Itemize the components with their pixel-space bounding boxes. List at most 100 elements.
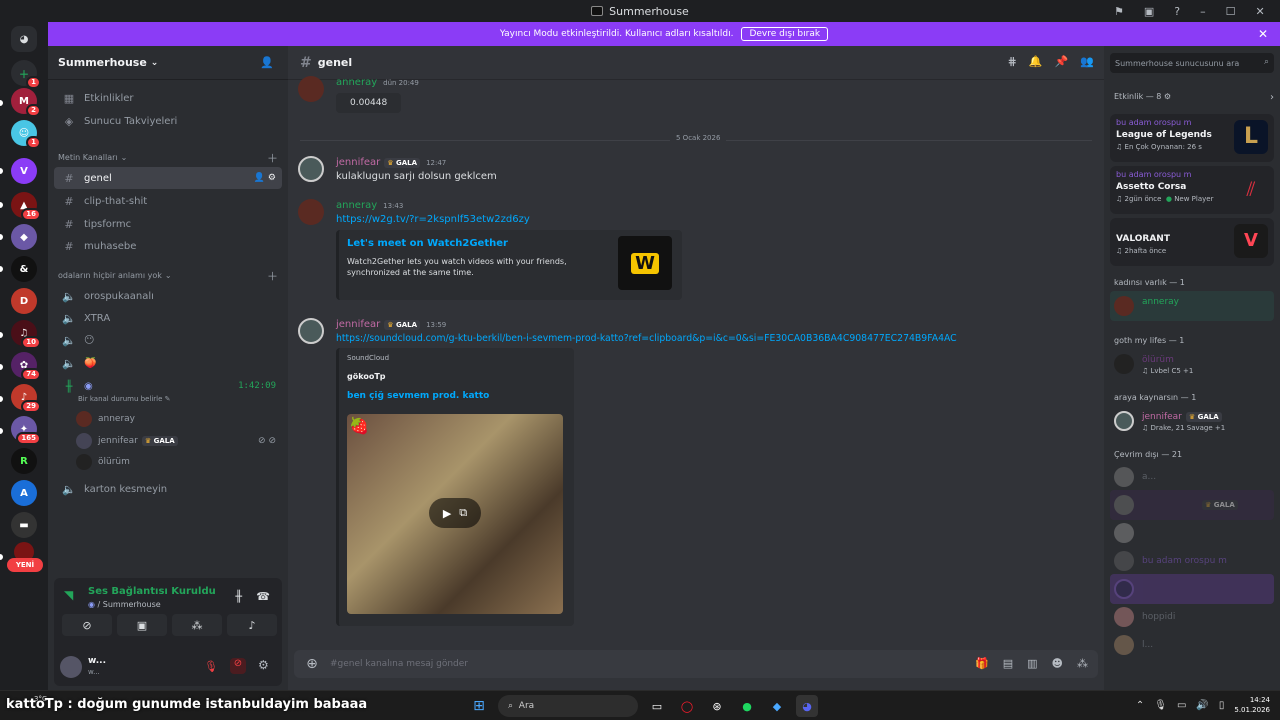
inbox-icon[interactable]: ⚑	[1114, 5, 1124, 18]
member-item[interactable]: hoppidi	[1110, 602, 1274, 632]
member-item[interactable]: ölürüm ♫ Lvbel C5 +1	[1110, 349, 1274, 379]
embed-author[interactable]: gökooTp	[347, 372, 386, 381]
play-button[interactable]: ▶ ⧉	[429, 498, 481, 528]
chevron-right-icon[interactable]: ›	[1270, 92, 1274, 103]
voice-channel[interactable]: 🔈 XTRA	[54, 307, 282, 329]
maximize-button[interactable]: ☐	[1226, 5, 1236, 18]
voice-channel[interactable]: 🔈 karton kesmeyin	[54, 478, 282, 500]
deafen-icon[interactable]: ⊘	[230, 658, 246, 674]
gif-icon[interactable]: ▤	[1003, 657, 1013, 670]
settings-icon[interactable]: 👤 ⚙	[254, 173, 276, 183]
server-icon[interactable]: ✿ 74	[11, 352, 41, 381]
server-icon[interactable]: ✦ 165	[11, 416, 41, 445]
add-channel-icon[interactable]: ＋	[267, 150, 278, 166]
add-channel-icon[interactable]: ＋	[267, 268, 278, 284]
discord-icon[interactable]: ◕	[796, 695, 818, 717]
screen-share-button[interactable]: ▣	[117, 614, 167, 636]
close-icon[interactable]: ✕	[1258, 27, 1268, 41]
gift-icon[interactable]: 🎁	[975, 657, 989, 670]
help-icon[interactable]: ?	[1174, 5, 1180, 18]
apps-icon[interactable]: ⁂	[1077, 657, 1088, 670]
channel-clip-that-shit[interactable]: # clip-that-shit	[54, 190, 282, 212]
server-header[interactable]: Summerhouse ⌄ 👤	[48, 46, 288, 80]
channel-muhasebe[interactable]: # muhasebe	[54, 235, 282, 257]
avatar[interactable]	[60, 656, 82, 678]
spotify-icon[interactable]: ●	[736, 695, 758, 717]
taskbar-search[interactable]: ⌕ Ara	[498, 695, 638, 717]
activity-card[interactable]: VALORANT ♫ 2hafta önce V	[1110, 218, 1274, 266]
server-icon[interactable]: M2	[11, 88, 41, 117]
voice-status-title[interactable]: Ses Bağlantısı Kuruldu	[88, 586, 216, 597]
member-list-icon[interactable]: 👥	[1080, 55, 1094, 68]
text-category[interactable]: Metin Kanalları ⌄ ＋	[58, 152, 278, 165]
avatar[interactable]	[298, 76, 324, 102]
activity-card[interactable]: bu adam orospu m Assetto Corsa ♫ 2gün ön…	[1110, 166, 1274, 214]
voice-channel[interactable]: 🔈 😶	[54, 329, 282, 351]
member-item[interactable]: a...	[1110, 462, 1274, 492]
server-icon[interactable]: ☺ 1	[11, 120, 41, 149]
settings-icon[interactable]: ⚙	[258, 658, 269, 672]
channel-tipsformc[interactable]: # tipsformc	[54, 213, 282, 235]
server-icon[interactable]: &	[11, 256, 37, 282]
network-icon[interactable]: ▭	[1177, 700, 1186, 711]
minimize-button[interactable]: –	[1200, 5, 1206, 18]
add-server-icon[interactable]: ＋ 1	[11, 60, 41, 89]
voice-user[interactable]: ölürüm	[76, 453, 282, 471]
app-icon[interactable]: ◆	[766, 695, 788, 717]
disable-streamer-mode-button[interactable]: Devre dışı bırak	[741, 27, 829, 41]
discord-home-icon[interactable]: ◕	[11, 26, 37, 52]
bell-icon[interactable]: 🔔	[1029, 55, 1043, 68]
clock[interactable]: 14:24 5.01.2026	[1234, 695, 1270, 715]
noise-suppression-icon[interactable]: ╫	[235, 590, 242, 603]
volume-icon[interactable]: 🔊	[1196, 700, 1208, 711]
member-item[interactable]: anneray	[1110, 291, 1274, 321]
file-explorer-icon[interactable]: ▭	[646, 695, 668, 717]
server-icon[interactable]: ◆	[11, 224, 37, 250]
embed-title[interactable]: Let's meet on Watch2Gether	[347, 238, 508, 249]
member-item[interactable]: jennifear ♛ GALA ♫ Drake, 21 Savage +1	[1110, 406, 1274, 436]
threads-icon[interactable]: ⋕	[1008, 55, 1017, 68]
member-item[interactable]: l...	[1110, 630, 1274, 660]
mic-icon[interactable]: 🎙	[1154, 700, 1167, 711]
add-attachment-icon[interactable]: ⊕	[294, 656, 330, 672]
emoji-icon[interactable]: ☻	[1052, 657, 1063, 670]
embed-title[interactable]: ben çiğ sevmem prod. katto	[347, 391, 489, 401]
member-item[interactable]: ♛ GALA	[1110, 490, 1274, 520]
avatar[interactable]	[298, 199, 324, 225]
camera-off-button[interactable]: ⊘	[62, 614, 112, 636]
server-icon[interactable]: ♫ 10	[11, 320, 41, 349]
server-icon[interactable]: V	[11, 158, 37, 184]
active-voice-channel[interactable]: ╫ ◉ 1:42:09	[54, 375, 282, 397]
embed-thumbnail[interactable]: 🍓 ▶ ⧉	[347, 414, 563, 614]
close-window-button[interactable]: ✕	[1256, 5, 1265, 18]
message-link[interactable]: https://w2g.tv/?r=2kspnlf53etw2zd6zy	[336, 214, 530, 225]
disconnect-icon[interactable]: ☎	[256, 590, 270, 603]
server-icon[interactable]: ♪ 29	[11, 384, 41, 413]
message-author[interactable]: anneray dün 20:49	[336, 77, 419, 88]
message-author[interactable]: anneray 13:43	[336, 200, 403, 211]
activity-card[interactable]: bu adam orospu m League of Legends ♫ En …	[1110, 114, 1274, 162]
start-icon[interactable]: ⊞	[468, 695, 490, 717]
channel-genel[interactable]: # genel 👤 ⚙	[54, 167, 282, 189]
server-icon[interactable]: D	[11, 288, 37, 314]
voice-channel[interactable]: 🔈 🍑	[54, 352, 282, 374]
opera-icon[interactable]: ◯	[676, 695, 698, 717]
battery-icon[interactable]: ▯	[1219, 700, 1225, 711]
member-item[interactable]: bu adam orospu m	[1110, 546, 1274, 576]
server-icon[interactable]: R	[11, 448, 37, 474]
nav-events[interactable]: ▦ Etkinlikler	[54, 87, 282, 109]
steam-icon[interactable]: ⊛	[706, 695, 728, 717]
new-badge[interactable]: YENİ	[7, 558, 43, 572]
voice-user[interactable]: anneray	[76, 410, 282, 428]
activities-button[interactable]: ⁂	[172, 614, 222, 636]
avatar[interactable]	[298, 318, 324, 344]
nav-boosts[interactable]: ◈ Sunucu Takviyeleri	[54, 110, 282, 132]
member-item[interactable]	[1110, 518, 1274, 548]
server-icon[interactable]: ▲ 16	[11, 192, 41, 221]
screen-share-icon[interactable]: ▣	[1144, 5, 1154, 18]
sticker-icon[interactable]: ▥	[1027, 657, 1037, 670]
server-icon[interactable]: A	[11, 480, 37, 506]
server-icon[interactable]: ▬	[11, 512, 37, 538]
message-input[interactable]: ⊕ #genel kanalına mesaj gönder 🎁 ▤ ▥ ☻ ⁂	[294, 650, 1098, 678]
pin-icon[interactable]: 📌	[1055, 55, 1069, 68]
